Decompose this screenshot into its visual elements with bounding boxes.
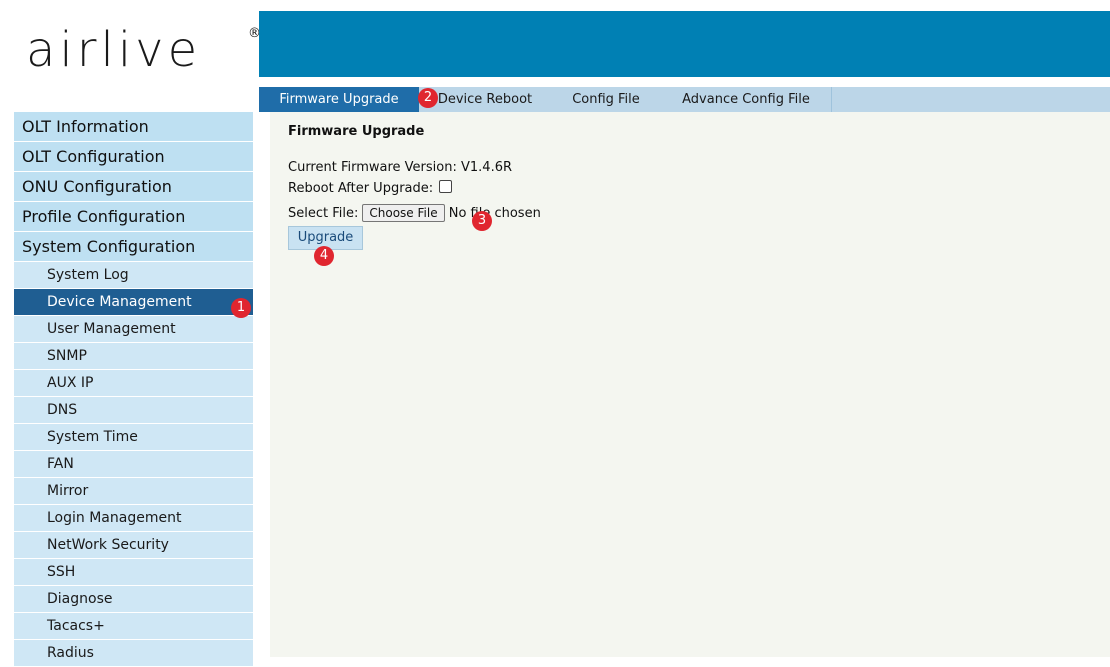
select-file-row: Select File: Choose File No file chosen bbox=[288, 204, 541, 222]
header-bar bbox=[259, 11, 1110, 77]
firmware-version-value: V1.4.6R bbox=[461, 160, 513, 175]
tab-config-file[interactable]: Config File bbox=[551, 87, 662, 112]
tab-device-reboot[interactable]: Device Reboot bbox=[419, 87, 552, 112]
sidebar-item-login-management[interactable]: Login Management bbox=[14, 505, 253, 532]
sidebar-item-mirror[interactable]: Mirror bbox=[14, 478, 253, 505]
firmware-version-label: Current Firmware Version: bbox=[288, 160, 457, 175]
sidebar-item-network-security[interactable]: NetWork Security bbox=[14, 532, 253, 559]
main-content: Firmware Upgrade Current Firmware Versio… bbox=[270, 112, 1110, 657]
tab-firmware-upgrade[interactable]: Firmware Upgrade bbox=[259, 87, 420, 112]
sidebar-item-ssh[interactable]: SSH bbox=[14, 559, 253, 586]
sidebar-item-olt-configuration[interactable]: OLT Configuration bbox=[14, 142, 253, 172]
tab-bar: Firmware Upgrade Device Reboot Config Fi… bbox=[259, 87, 1110, 112]
step-marker-2: 2 bbox=[418, 88, 438, 108]
sidebar-item-diagnose[interactable]: Diagnose bbox=[14, 586, 253, 613]
airlive-logo: airlive ® bbox=[14, 12, 261, 92]
sidebar-item-device-management[interactable]: Device Management bbox=[14, 289, 253, 316]
section-title: Firmware Upgrade bbox=[288, 124, 425, 139]
sidebar: OLT Information OLT Configuration ONU Co… bbox=[14, 112, 253, 667]
reboot-after-upgrade-label: Reboot After Upgrade: bbox=[288, 181, 434, 196]
file-status-text: No file chosen bbox=[448, 206, 541, 221]
step-marker-3: 3 bbox=[472, 211, 492, 231]
sidebar-item-fan[interactable]: FAN bbox=[14, 451, 253, 478]
tab-advance-config-file[interactable]: Advance Config File bbox=[661, 87, 832, 112]
select-file-label: Select File: bbox=[288, 206, 359, 221]
choose-file-button[interactable]: Choose File bbox=[362, 204, 445, 222]
sidebar-item-system-configuration[interactable]: System Configuration bbox=[14, 232, 253, 262]
reboot-after-upgrade-checkbox[interactable] bbox=[439, 180, 453, 193]
sidebar-item-system-time[interactable]: System Time bbox=[14, 424, 253, 451]
reboot-after-upgrade-row: Reboot After Upgrade: bbox=[288, 180, 453, 196]
sidebar-item-system-log[interactable]: System Log bbox=[14, 262, 253, 289]
sidebar-item-olt-information[interactable]: OLT Information bbox=[14, 112, 253, 142]
sidebar-item-dns[interactable]: DNS bbox=[14, 397, 253, 424]
sidebar-item-tacacs[interactable]: Tacacs+ bbox=[14, 613, 253, 640]
sidebar-item-aux-ip[interactable]: AUX IP bbox=[14, 370, 253, 397]
sidebar-item-profile-configuration[interactable]: Profile Configuration bbox=[14, 202, 253, 232]
step-marker-4: 4 bbox=[314, 246, 334, 266]
firmware-version-row: Current Firmware Version: V1.4.6R bbox=[288, 160, 512, 175]
logo-text: airlive bbox=[26, 22, 202, 78]
sidebar-item-snmp[interactable]: SNMP bbox=[14, 343, 253, 370]
sidebar-item-radius[interactable]: Radius bbox=[14, 640, 253, 667]
step-marker-1: 1 bbox=[231, 298, 251, 318]
sidebar-item-onu-configuration[interactable]: ONU Configuration bbox=[14, 172, 253, 202]
sidebar-item-user-management[interactable]: User Management bbox=[14, 316, 253, 343]
